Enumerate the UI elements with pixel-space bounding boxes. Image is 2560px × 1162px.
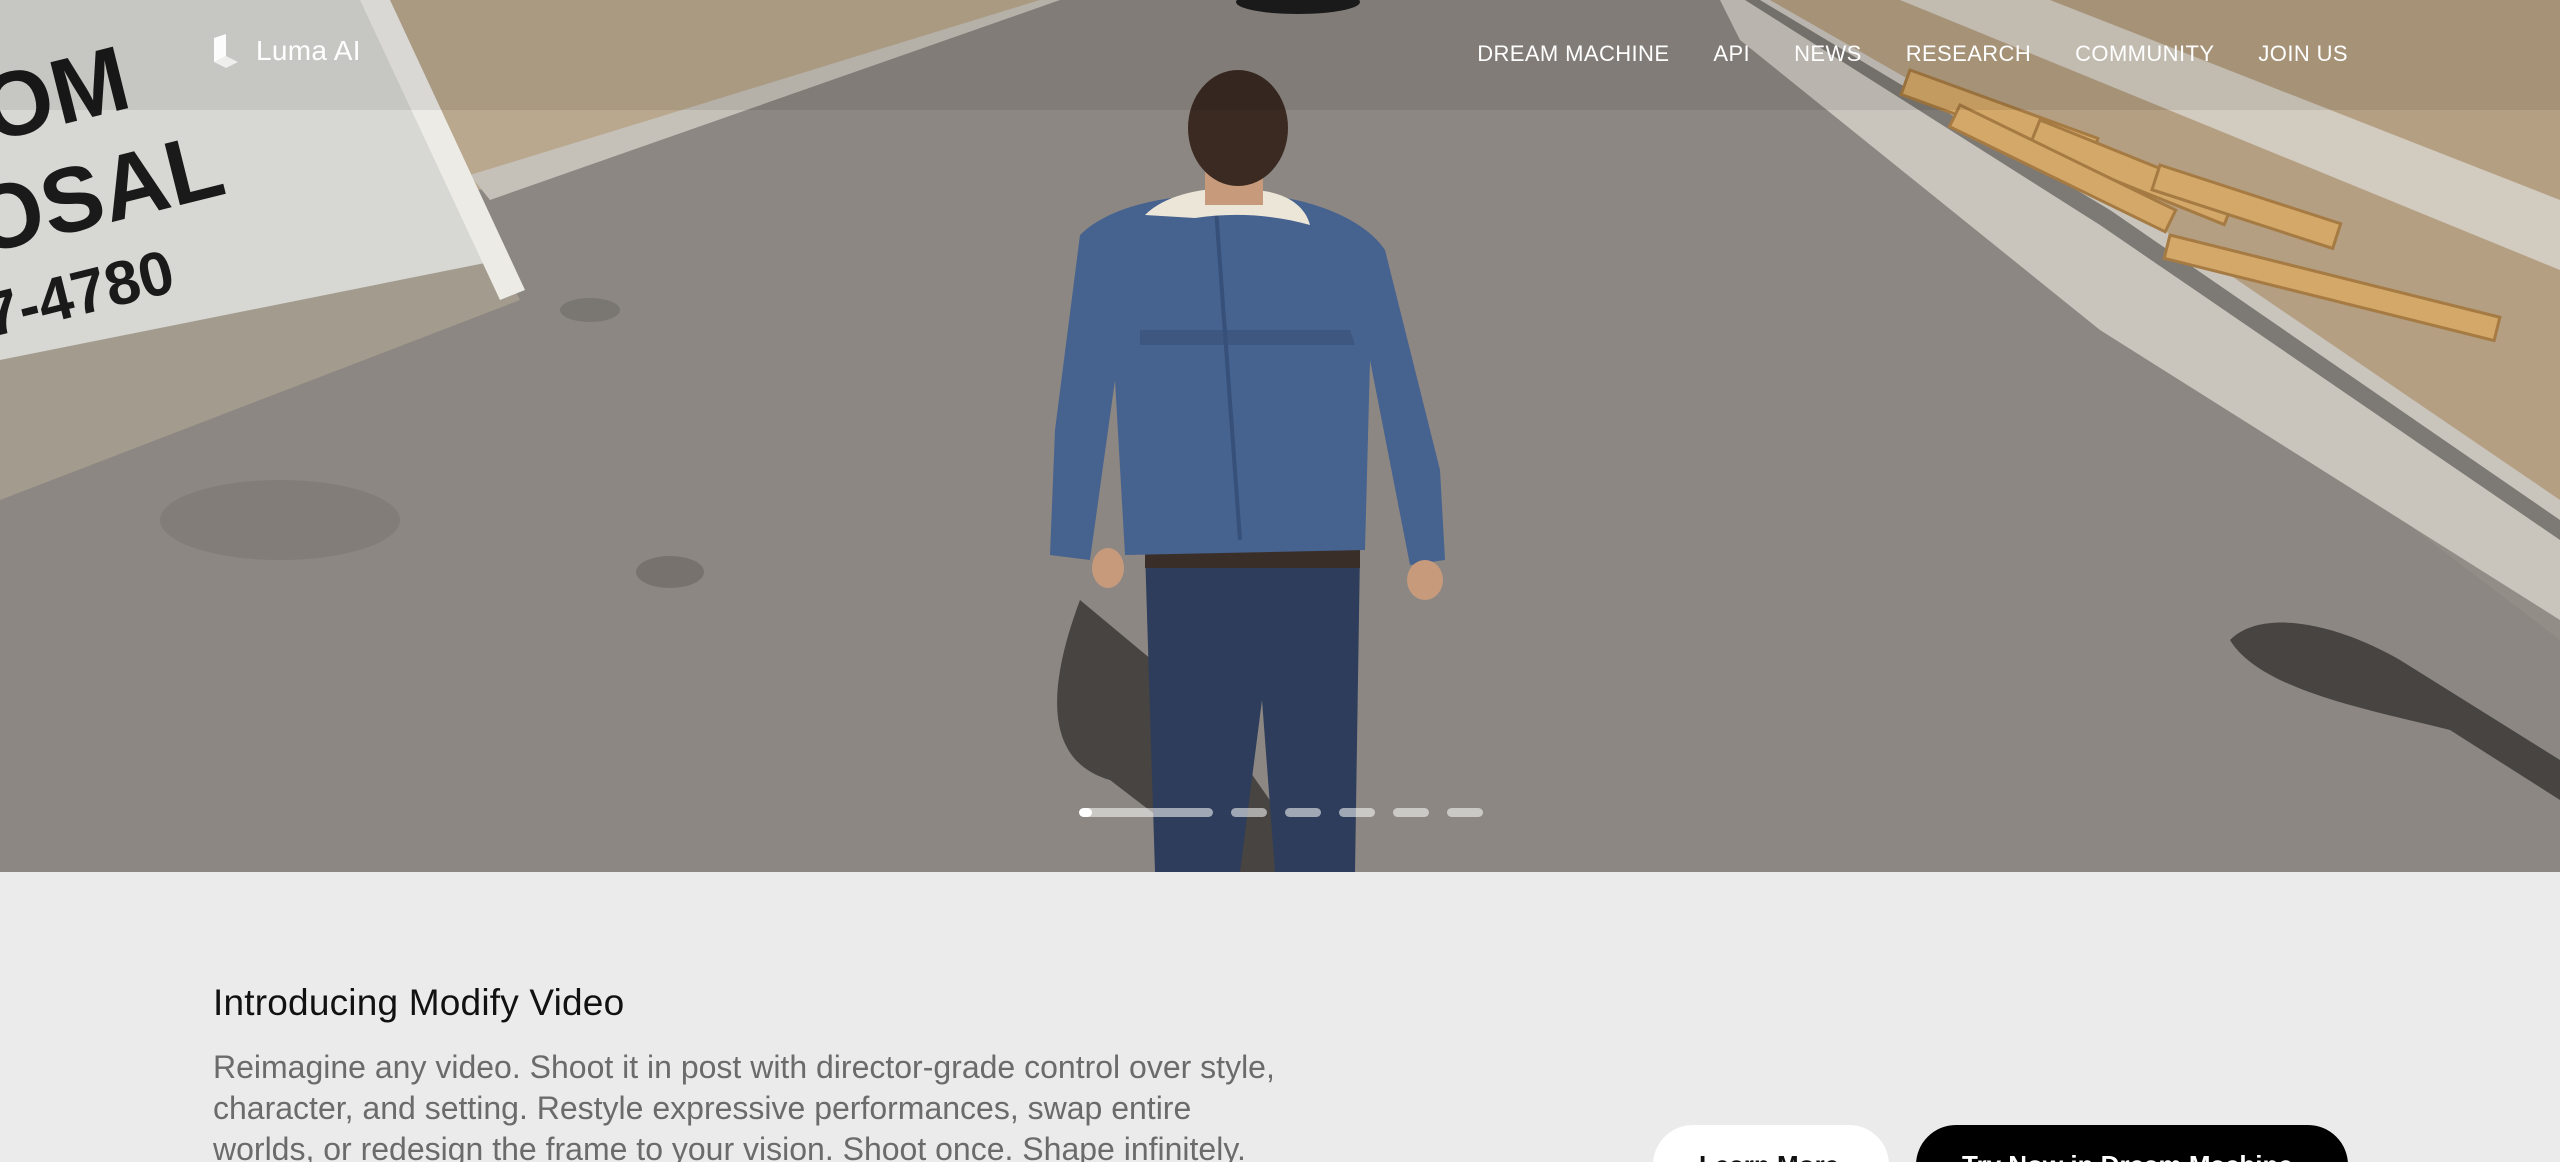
learn-more-button[interactable]: Learn More — [1653, 1125, 1889, 1162]
slide-indicator-3[interactable] — [1285, 808, 1321, 817]
logo-link[interactable]: Luma AI — [212, 34, 361, 68]
nav-item-research[interactable]: RESEARCH — [1906, 40, 2031, 68]
slide-indicator-2[interactable] — [1231, 808, 1267, 817]
nav-item-api[interactable]: API — [1713, 40, 1750, 68]
slide-progress-fill — [1079, 808, 1093, 817]
feature-headline: Introducing Modify Video — [213, 982, 625, 1023]
nav-item-news[interactable]: NEWS — [1794, 40, 1862, 68]
carousel-indicators — [1079, 808, 1483, 817]
slide-indicator-1[interactable] — [1079, 808, 1213, 817]
feature-section: Introducing Modify Video Reimagine any v… — [0, 872, 2560, 1162]
hero-scene-image: OM OSAL 7-4780 — [0, 0, 2560, 872]
nav-item-dream-machine[interactable]: DREAM MACHINE — [1477, 40, 1669, 68]
slide-indicator-5[interactable] — [1393, 808, 1429, 817]
main-menu: DREAM MACHINE API NEWS RESEARCH COMMUNIT… — [1477, 40, 2348, 68]
nav-item-join-us[interactable]: JOIN US — [2258, 40, 2348, 68]
logo-text: Luma AI — [256, 35, 361, 66]
feature-description: Reimagine any video. Shoot it in post wi… — [213, 1049, 1275, 1162]
nav-item-community[interactable]: COMMUNITY — [2075, 40, 2214, 68]
slide-indicator-4[interactable] — [1339, 808, 1375, 817]
top-nav: Luma AI DREAM MACHINE API NEWS RESEARCH … — [0, 0, 2560, 110]
slide-indicator-6[interactable] — [1447, 808, 1483, 817]
luma-logo-icon — [214, 34, 238, 68]
hero-video[interactable]: OM OSAL 7-4780 Luma AI DREAM MACHINE API… — [0, 0, 2560, 872]
try-dream-machine-button[interactable]: Try Now in Dream Machine — [1916, 1125, 2348, 1162]
